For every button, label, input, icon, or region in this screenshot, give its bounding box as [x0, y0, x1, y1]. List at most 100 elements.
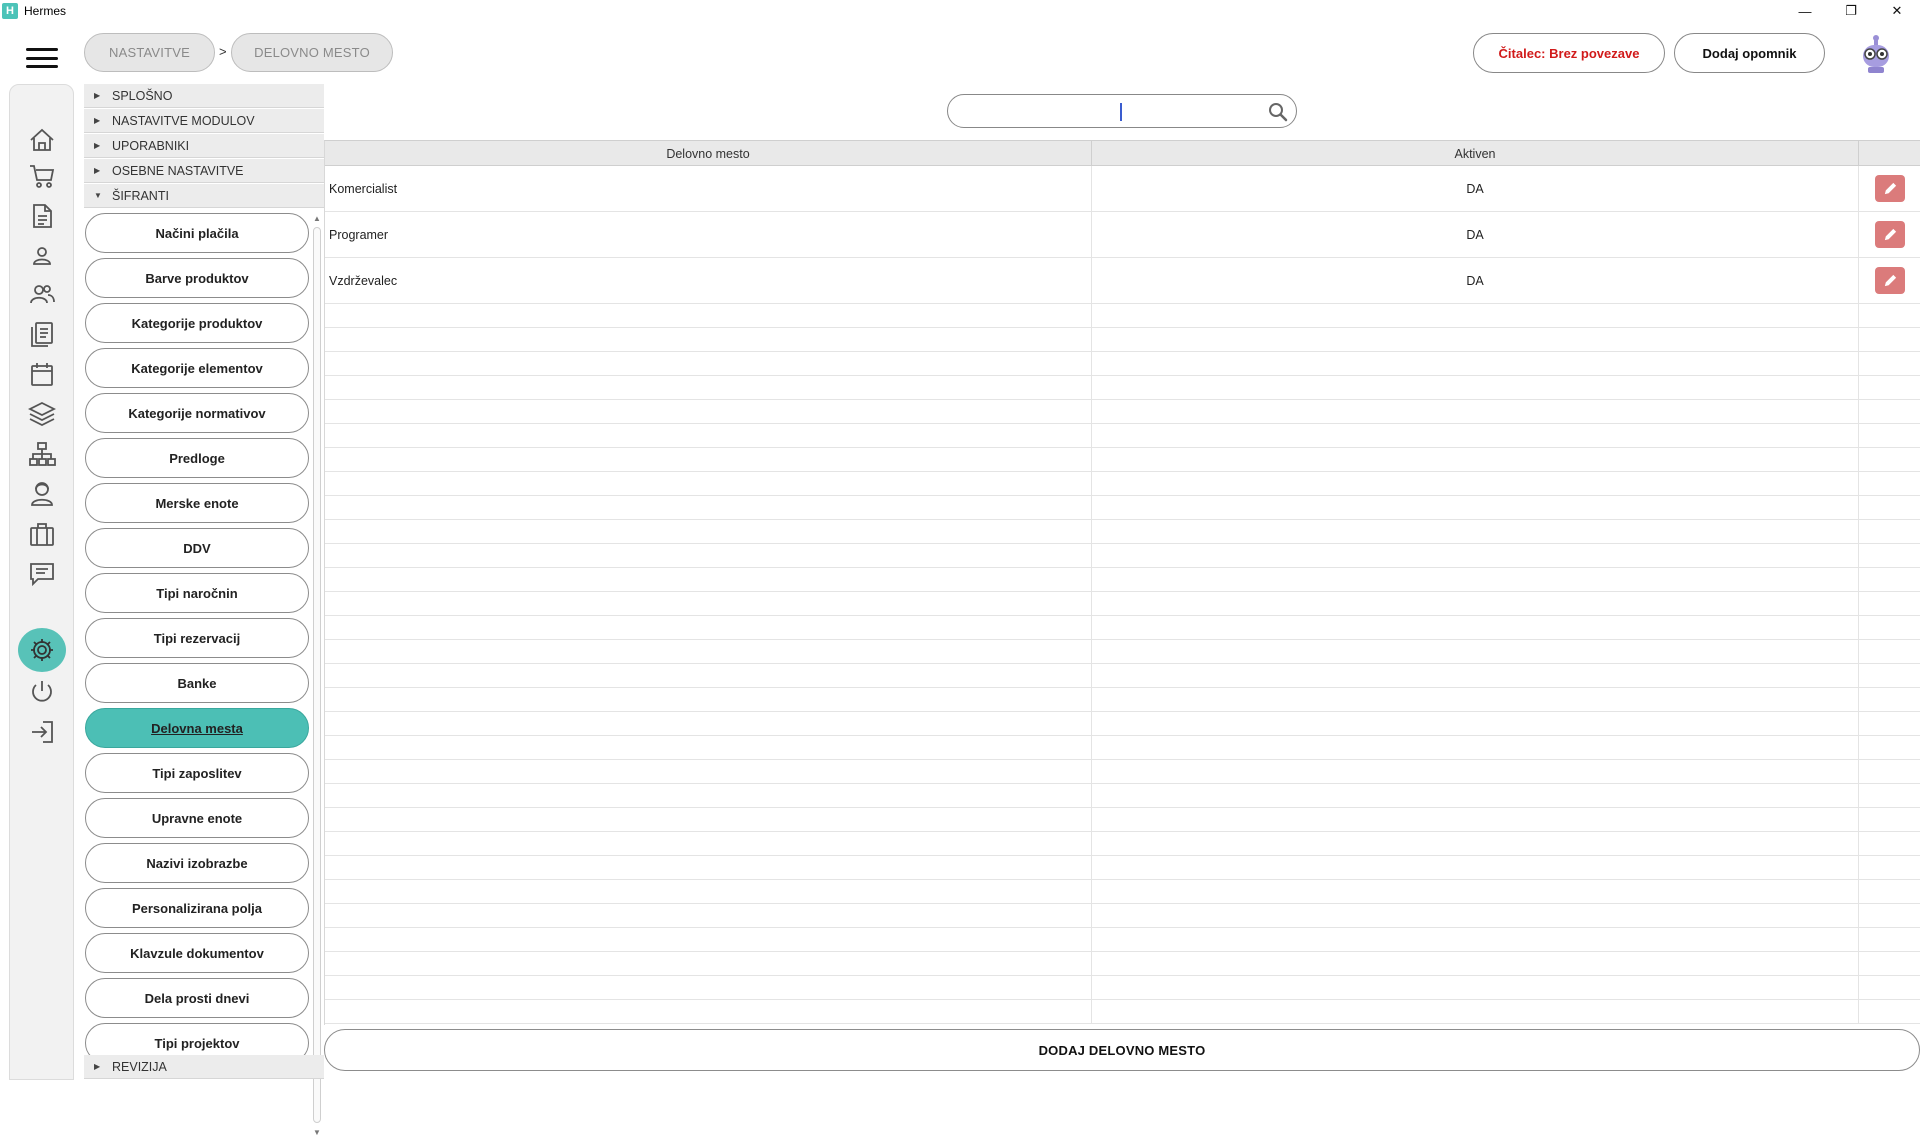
section-label: NASTAVITVE MODULOV: [112, 113, 255, 128]
empty-cell: [325, 568, 1092, 591]
gear-icon[interactable]: [18, 628, 66, 672]
empty-cell: [325, 424, 1092, 447]
section-revizija[interactable]: ▶ REVIZIJA: [84, 1055, 324, 1079]
breadcrumb-delovno-mesto[interactable]: DELOVNO MESTO: [231, 33, 393, 72]
window-controls: — ❐ ✕: [1782, 0, 1920, 22]
empty-table-row: [325, 760, 1920, 784]
column-header-aktiven[interactable]: Aktiven: [1092, 141, 1859, 166]
table-row[interactable]: Programer DA: [325, 212, 1920, 258]
empty-cell: [325, 832, 1092, 855]
empty-cell: [1092, 400, 1859, 423]
nav-item-personalizirana-polja[interactable]: Personalizirana polja: [85, 888, 309, 928]
edit-button[interactable]: [1875, 221, 1905, 248]
home-icon[interactable]: [23, 123, 61, 157]
logout-icon[interactable]: [23, 715, 61, 749]
nav-item-predloge[interactable]: Predloge: [85, 438, 309, 478]
people-icon[interactable]: [23, 277, 61, 311]
nav-item-delovna-mesta[interactable]: Delovna mesta: [85, 708, 309, 748]
breadcrumb-separator: >: [219, 44, 227, 59]
empty-cell: [1092, 760, 1859, 783]
empty-table-row: [325, 856, 1920, 880]
hamburger-menu-icon[interactable]: [26, 48, 58, 68]
expand-arrow-icon: ▶: [94, 166, 101, 175]
empty-table-row: [325, 496, 1920, 520]
power-icon[interactable]: [23, 675, 61, 709]
nav-item-tipi-rezervacij[interactable]: Tipi rezervacij: [85, 618, 309, 658]
table-body: Komercialist DA Programer DA Vzdrževalec…: [325, 166, 1920, 1024]
empty-table-row: [325, 520, 1920, 544]
nav-item-tipi-zaposlitev[interactable]: Tipi zaposlitev: [85, 753, 309, 793]
empty-cell: [1859, 760, 1920, 783]
section-splosno[interactable]: ▶ SPLOŠNO: [84, 84, 324, 108]
empty-cell: [1859, 568, 1920, 591]
reports-icon[interactable]: [23, 317, 61, 351]
section-uporabniki[interactable]: ▶ UPORABNIKI: [84, 134, 324, 158]
calendar-icon[interactable]: [23, 357, 61, 391]
section-nastavitve-modulov[interactable]: ▶ NASTAVITVE MODULOV: [84, 109, 324, 133]
pencil-icon: [1884, 228, 1896, 241]
empty-cell: [1092, 448, 1859, 471]
cart-icon[interactable]: [23, 159, 61, 193]
edit-button[interactable]: [1875, 267, 1905, 294]
table-row[interactable]: Vzdrževalec DA: [325, 258, 1920, 304]
nav-item-upravne-enote[interactable]: Upravne enote: [85, 798, 309, 838]
empty-cell: [1859, 928, 1920, 951]
person-icon[interactable]: [23, 239, 61, 273]
edit-button[interactable]: [1875, 175, 1905, 202]
close-button[interactable]: ✕: [1874, 0, 1920, 22]
layers-icon[interactable]: [23, 397, 61, 431]
nav-item-banke[interactable]: Banke: [85, 663, 309, 703]
nav-item-merske-enote[interactable]: Merske enote: [85, 483, 309, 523]
network-icon[interactable]: [23, 437, 61, 471]
search-icon[interactable]: [1268, 102, 1288, 122]
expand-arrow-icon: ▶: [94, 91, 101, 100]
empty-cell: [1859, 1000, 1920, 1023]
document-icon[interactable]: [23, 199, 61, 233]
empty-cell: [325, 976, 1092, 999]
support-icon[interactable]: [23, 477, 61, 511]
nav-item-dela-prosti-dnevi[interactable]: Dela prosti dnevi: [85, 978, 309, 1018]
scroll-up-icon[interactable]: ▲: [312, 213, 322, 225]
section-sifranti[interactable]: ▼ ŠIFRANTI: [84, 184, 324, 208]
empty-cell: [325, 544, 1092, 567]
briefcase-icon[interactable]: [23, 517, 61, 551]
nav-item-barve-produktov[interactable]: Barve produktov: [85, 258, 309, 298]
empty-cell: [1859, 904, 1920, 927]
cell-aktiven: DA: [1092, 258, 1859, 303]
table-row[interactable]: Komercialist DA: [325, 166, 1920, 212]
add-reminder-button[interactable]: Dodaj opomnik: [1674, 33, 1825, 73]
search-input[interactable]: [947, 94, 1297, 128]
empty-cell: [1859, 496, 1920, 519]
nav-scrollbar[interactable]: ▲ ▼: [312, 209, 322, 1139]
empty-cell: [1859, 592, 1920, 615]
chat-icon[interactable]: [23, 557, 61, 591]
nav-item-kategorije-normativov[interactable]: Kategorije normativov: [85, 393, 309, 433]
add-work-position-button[interactable]: DODAJ DELOVNO MESTO: [324, 1029, 1920, 1071]
empty-table-row: [325, 952, 1920, 976]
minimize-button[interactable]: —: [1782, 0, 1828, 22]
empty-cell: [1859, 784, 1920, 807]
empty-table-row: [325, 664, 1920, 688]
nav-item-kategorije-elementov[interactable]: Kategorije elementov: [85, 348, 309, 388]
scroll-track[interactable]: [313, 227, 321, 1123]
nav-item-klavzule-dokumentov[interactable]: Klavzule dokumentov: [85, 933, 309, 973]
nav-item-ddv[interactable]: DDV: [85, 528, 309, 568]
empty-cell: [1092, 352, 1859, 375]
empty-table-row: [325, 592, 1920, 616]
app-icon: H: [2, 3, 18, 19]
empty-cell: [1092, 832, 1859, 855]
empty-table-row: [325, 712, 1920, 736]
nav-item-tipi-narocnin[interactable]: Tipi naročnin: [85, 573, 309, 613]
restore-button[interactable]: ❐: [1828, 0, 1874, 22]
scroll-down-icon[interactable]: ▼: [312, 1127, 322, 1139]
nav-item-nacini-placila[interactable]: Načini plačila: [85, 213, 309, 253]
breadcrumb-nastavitve[interactable]: NASTAVITVE: [84, 33, 215, 72]
avatar[interactable]: [1859, 34, 1893, 74]
card-reader-status-button[interactable]: Čitalec: Brez povezave: [1473, 33, 1665, 73]
section-osebne-nastavitve[interactable]: ▶ OSEBNE NASTAVITVE: [84, 159, 324, 183]
empty-table-row: [325, 424, 1920, 448]
nav-item-nazivi-izobrazbe[interactable]: Nazivi izobrazbe: [85, 843, 309, 883]
nav-item-kategorije-produktov[interactable]: Kategorije produktov: [85, 303, 309, 343]
column-header-delovno-mesto[interactable]: Delovno mesto: [325, 141, 1092, 166]
empty-cell: [1092, 592, 1859, 615]
